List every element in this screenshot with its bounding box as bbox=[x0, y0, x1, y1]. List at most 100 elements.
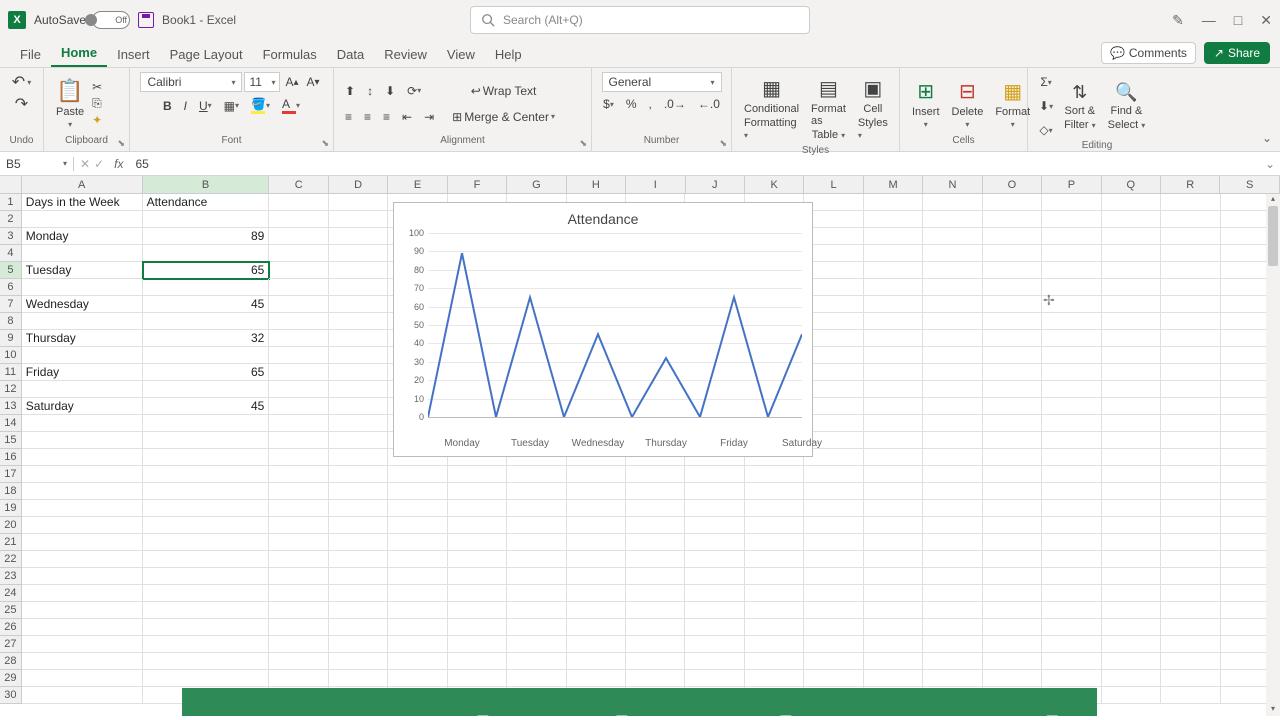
cell[interactable] bbox=[983, 313, 1042, 330]
cell[interactable] bbox=[983, 602, 1042, 619]
column-header[interactable]: M bbox=[864, 176, 923, 193]
cell[interactable] bbox=[567, 619, 626, 636]
cell[interactable] bbox=[269, 534, 328, 551]
copy-icon[interactable]: ⎘ bbox=[92, 96, 102, 111]
cell[interactable] bbox=[923, 296, 982, 313]
cell[interactable] bbox=[1161, 466, 1220, 483]
cell[interactable] bbox=[1102, 364, 1161, 381]
cell[interactable] bbox=[626, 500, 685, 517]
cell[interactable] bbox=[507, 636, 566, 653]
column-header[interactable]: R bbox=[1161, 176, 1220, 193]
cell[interactable] bbox=[269, 517, 328, 534]
autosum-icon[interactable]: Σ ▾ bbox=[1036, 72, 1056, 92]
cell[interactable] bbox=[269, 364, 328, 381]
column-header[interactable]: G bbox=[507, 176, 566, 193]
tab-data[interactable]: Data bbox=[327, 42, 374, 67]
cell[interactable]: 65 bbox=[143, 364, 270, 381]
cell[interactable] bbox=[1161, 585, 1220, 602]
cell[interactable] bbox=[804, 602, 863, 619]
paste-button[interactable]: 📋 Paste▾ bbox=[52, 74, 88, 133]
cell[interactable] bbox=[388, 466, 447, 483]
cell[interactable] bbox=[626, 551, 685, 568]
cell[interactable] bbox=[269, 466, 328, 483]
cell[interactable] bbox=[1102, 262, 1161, 279]
column-header[interactable]: A bbox=[22, 176, 143, 193]
cell[interactable] bbox=[269, 279, 328, 296]
row-header[interactable]: 28 bbox=[0, 653, 22, 670]
cell[interactable] bbox=[685, 602, 744, 619]
cell[interactable] bbox=[143, 245, 270, 262]
cell[interactable] bbox=[329, 228, 388, 245]
font-color-icon[interactable]: A▾ bbox=[279, 94, 303, 117]
cell[interactable] bbox=[567, 483, 626, 500]
cell[interactable] bbox=[804, 398, 863, 415]
cell[interactable] bbox=[22, 432, 143, 449]
cell[interactable] bbox=[448, 551, 507, 568]
cell[interactable] bbox=[567, 551, 626, 568]
cell[interactable] bbox=[22, 653, 143, 670]
cell[interactable] bbox=[269, 228, 328, 245]
cell[interactable] bbox=[804, 500, 863, 517]
cell[interactable] bbox=[388, 534, 447, 551]
cell[interactable] bbox=[626, 585, 685, 602]
cell[interactable] bbox=[804, 381, 863, 398]
cell[interactable] bbox=[804, 619, 863, 636]
cell[interactable] bbox=[804, 551, 863, 568]
decrease-decimal-icon[interactable]: ←.0 bbox=[695, 94, 723, 114]
cell[interactable] bbox=[1161, 449, 1220, 466]
cell[interactable] bbox=[1102, 483, 1161, 500]
cell[interactable] bbox=[388, 568, 447, 585]
pen-icon[interactable]: ✎ bbox=[1172, 12, 1184, 29]
save-icon[interactable] bbox=[138, 12, 154, 28]
cell[interactable] bbox=[864, 296, 923, 313]
cell[interactable] bbox=[1102, 517, 1161, 534]
cell[interactable] bbox=[864, 415, 923, 432]
cell[interactable] bbox=[567, 636, 626, 653]
cell[interactable] bbox=[864, 636, 923, 653]
cell[interactable] bbox=[448, 653, 507, 670]
row-header[interactable]: 17 bbox=[0, 466, 22, 483]
cell[interactable] bbox=[329, 449, 388, 466]
cell[interactable] bbox=[804, 483, 863, 500]
cell[interactable] bbox=[329, 381, 388, 398]
cell[interactable] bbox=[1042, 296, 1101, 313]
cell[interactable] bbox=[143, 517, 270, 534]
row-header[interactable]: 20 bbox=[0, 517, 22, 534]
cell[interactable] bbox=[923, 211, 982, 228]
cell[interactable] bbox=[269, 262, 328, 279]
cell[interactable] bbox=[448, 517, 507, 534]
cell[interactable] bbox=[567, 568, 626, 585]
cell[interactable] bbox=[1102, 398, 1161, 415]
cell[interactable] bbox=[804, 279, 863, 296]
cell[interactable] bbox=[22, 585, 143, 602]
cell[interactable] bbox=[22, 500, 143, 517]
cell[interactable] bbox=[269, 585, 328, 602]
fx-icon[interactable]: fx bbox=[110, 157, 127, 171]
cell[interactable]: 32 bbox=[143, 330, 270, 347]
cell[interactable] bbox=[22, 636, 143, 653]
wrap-text-button[interactable]: ↩ Wrap Text bbox=[449, 81, 558, 101]
cell[interactable] bbox=[143, 279, 270, 296]
tab-home[interactable]: Home bbox=[51, 40, 107, 67]
cell[interactable] bbox=[923, 313, 982, 330]
cell[interactable] bbox=[269, 619, 328, 636]
cell[interactable] bbox=[804, 670, 863, 687]
cell[interactable] bbox=[804, 245, 863, 262]
cell[interactable] bbox=[626, 636, 685, 653]
cell[interactable] bbox=[1042, 194, 1101, 211]
cell[interactable] bbox=[923, 534, 982, 551]
cell[interactable] bbox=[804, 313, 863, 330]
cell[interactable] bbox=[388, 500, 447, 517]
cell[interactable] bbox=[269, 330, 328, 347]
align-right-icon[interactable]: ≡ bbox=[380, 107, 393, 127]
cell[interactable] bbox=[1102, 296, 1161, 313]
cell[interactable] bbox=[1102, 211, 1161, 228]
cell[interactable] bbox=[804, 636, 863, 653]
cell[interactable] bbox=[804, 466, 863, 483]
cell[interactable] bbox=[269, 313, 328, 330]
cell[interactable] bbox=[923, 636, 982, 653]
cell[interactable] bbox=[923, 551, 982, 568]
cell[interactable] bbox=[448, 670, 507, 687]
font-family-select[interactable]: Calibri▾ bbox=[140, 72, 242, 92]
cell[interactable] bbox=[329, 279, 388, 296]
